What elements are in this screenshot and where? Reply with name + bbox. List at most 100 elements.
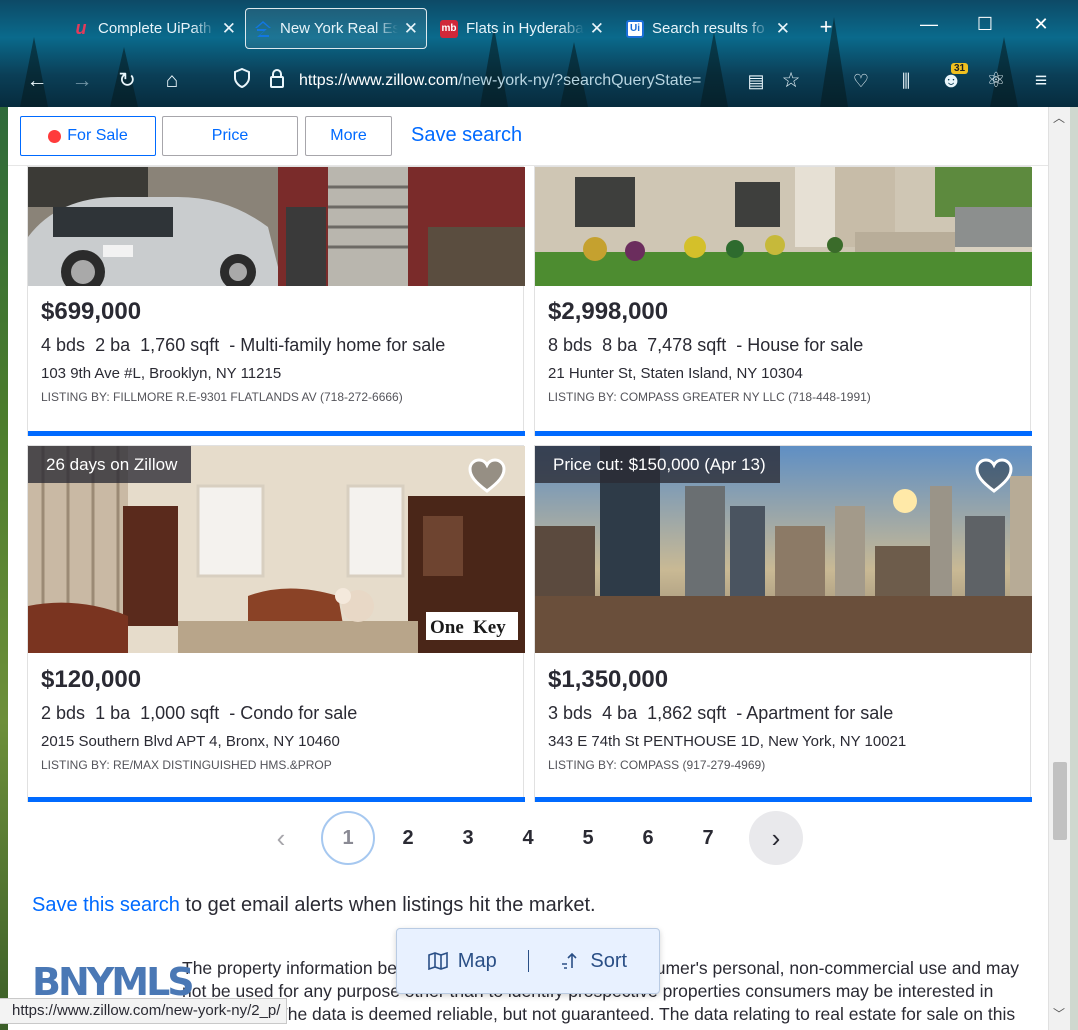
- listing-address[interactable]: 21 Hunter St, Staten Island, NY 10304: [548, 365, 803, 382]
- map-label: Map: [457, 949, 497, 972]
- page-scrollbar[interactable]: ︿ ﹀: [1048, 107, 1070, 1030]
- status-bar-url: https://www.zillow.com/new-york-ny/2_p/: [0, 998, 288, 1024]
- page-4-button[interactable]: 4: [501, 811, 555, 865]
- desktop-background: [0, 107, 8, 1030]
- price-filter-label: Price: [211, 127, 249, 144]
- save-search-button[interactable]: Save search: [411, 124, 522, 147]
- uipath-icon: Ui: [626, 19, 644, 38]
- listing-address[interactable]: 103 9th Ave #L, Brooklyn, NY 11215: [41, 365, 281, 382]
- listing-beds-unit: bds: [563, 335, 593, 355]
- listing-address[interactable]: 2015 Southern Blvd APT 4, Bronx, NY 1046…: [41, 733, 340, 750]
- lock-icon[interactable]: [262, 68, 292, 95]
- bookmark-star-icon[interactable]: ☆: [776, 68, 806, 94]
- listing-card[interactable]: $2,998,000 8 bds 8 ba 7,478 sqft - House…: [534, 166, 1032, 436]
- tab-search-results[interactable]: Ui Search results fo ✕: [618, 8, 798, 49]
- sort-button[interactable]: Sort: [529, 950, 660, 973]
- listing-broker: LISTING BY: COMPASS (917-279-4969): [548, 758, 766, 772]
- listing-price: $699,000: [41, 298, 142, 325]
- listing-facts: 3 bds 4 ba 1,862 sqft - Apartment for sa…: [548, 703, 893, 724]
- react-devtools-icon[interactable]: ⚛: [981, 68, 1011, 94]
- next-page-button[interactable]: ›: [749, 811, 803, 865]
- pagination: ‹ 1 2 3 4 5 6 7 ›: [8, 811, 1048, 871]
- page-2-button[interactable]: 2: [381, 811, 435, 865]
- listing-beds: 3: [548, 703, 559, 723]
- extension-badge: 31: [951, 63, 969, 74]
- tab-title: Complete UiPath: [98, 20, 212, 37]
- menu-icon[interactable]: ≡: [1026, 68, 1056, 94]
- close-tab-icon[interactable]: ✕: [404, 19, 418, 39]
- more-filter-label: More: [330, 127, 367, 144]
- listing-card[interactable]: One Key 26 days on Zillow $120,000 2 bds…: [27, 445, 525, 802]
- tab-title: Search results fo: [652, 20, 765, 37]
- scrollbar-thumb[interactable]: [1053, 762, 1067, 840]
- tab-title: Flats in Hyderaba: [466, 20, 584, 37]
- listing-facts: 2 bds 1 ba 1,000 sqft - Condo for sale: [41, 703, 357, 724]
- listing-broker: LISTING BY: RE/MAX DISTINGUISHED HMS.&PR…: [41, 758, 332, 772]
- scroll-down-arrow-icon[interactable]: ﹀: [1053, 1005, 1065, 1022]
- tab-uipath-academy[interactable]: u Complete UiPath ✕: [64, 8, 244, 49]
- listing-price: $2,998,000: [548, 298, 669, 325]
- forward-icon[interactable]: →: [67, 68, 97, 94]
- page-3-button[interactable]: 3: [441, 811, 495, 865]
- listing-broker: LISTING BY: FILLMORE R.E-9301 FLATLANDS …: [41, 390, 403, 404]
- home-icon[interactable]: ⌂: [157, 68, 187, 94]
- card-accent-bar: [535, 431, 1032, 436]
- listing-type: - Apartment for sale: [736, 703, 894, 723]
- close-window-button[interactable]: ✕: [1026, 14, 1056, 35]
- listing-baths: 2: [95, 335, 106, 355]
- listing-address[interactable]: 343 E 74th St PENTHOUSE 1D, New York, NY…: [548, 733, 906, 750]
- listing-sqft: 1,862: [647, 703, 693, 723]
- scroll-up-arrow-icon[interactable]: ︿: [1053, 109, 1065, 126]
- filter-bar: For Sale Price More Save search: [8, 107, 1048, 166]
- url-host: https://www.zillow.com: [299, 72, 459, 89]
- library-icon[interactable]: ⫼: [891, 68, 921, 94]
- for-sale-filter-button[interactable]: For Sale: [20, 116, 156, 156]
- maximize-button[interactable]: ☐: [970, 14, 1000, 35]
- save-heart-icon[interactable]: [974, 458, 1014, 494]
- reader-view-icon[interactable]: ▤: [741, 68, 771, 94]
- close-tab-icon[interactable]: ✕: [590, 19, 604, 39]
- page-6-button[interactable]: 6: [621, 811, 675, 865]
- page-7-button[interactable]: 7: [681, 811, 735, 865]
- shield-icon[interactable]: [227, 67, 257, 95]
- close-tab-icon[interactable]: ✕: [222, 19, 236, 39]
- back-icon[interactable]: ←: [22, 68, 52, 94]
- map-button[interactable]: Map: [397, 950, 528, 973]
- svg-text:Key: Key: [473, 617, 506, 638]
- tab-title: New York Real Est: [280, 20, 398, 37]
- listing-photo[interactable]: [28, 167, 525, 286]
- listing-card[interactable]: Price cut: $150,000 (Apr 13) $1,350,000 …: [534, 445, 1032, 802]
- listing-baths-unit: ba: [617, 703, 638, 723]
- reload-icon[interactable]: ↻: [112, 68, 142, 94]
- more-filter-button[interactable]: More: [305, 116, 392, 156]
- listing-photo[interactable]: [535, 167, 1032, 286]
- email-alerts-text: Save this search to get email alerts whe…: [32, 894, 596, 917]
- listing-type: - Multi-family home for sale: [229, 335, 446, 355]
- save-this-search-link[interactable]: Save this search: [32, 894, 180, 916]
- tab-zillow[interactable]: New York Real Est ✕: [245, 8, 427, 49]
- listing-card[interactable]: $699,000 4 bds 2 ba 1,760 sqft - Multi-f…: [27, 166, 525, 436]
- url-path: /new-york-ny/?searchQueryState=: [458, 72, 702, 89]
- price-filter-button[interactable]: Price: [162, 116, 298, 156]
- days-on-zillow-badge: 26 days on Zillow: [28, 446, 192, 483]
- page-5-button[interactable]: 5: [561, 811, 615, 865]
- pocket-icon[interactable]: ♡: [846, 68, 876, 94]
- listing-beds-unit: bds: [56, 335, 86, 355]
- browser-chrome: u Complete UiPath ✕ New York Real Est ✕ …: [0, 0, 1078, 107]
- listing-broker: LISTING BY: COMPASS GREATER NY LLC (718-…: [548, 390, 871, 404]
- magicbricks-icon: mb: [440, 19, 458, 38]
- new-tab-button[interactable]: +: [811, 14, 841, 40]
- minimize-button[interactable]: —: [914, 14, 944, 35]
- listing-facts: 8 bds 8 ba 7,478 sqft - House for sale: [548, 335, 863, 356]
- address-bar[interactable]: https://www.zillow.com/new-york-ny/?sear…: [299, 72, 729, 90]
- save-heart-icon[interactable]: [467, 458, 507, 494]
- listing-sqft: 7,478: [647, 335, 693, 355]
- for-sale-label: For Sale: [67, 127, 128, 144]
- tab-magicbricks[interactable]: mb Flats in Hyderaba ✕: [432, 8, 612, 49]
- listing-beds: 2: [41, 703, 52, 723]
- close-tab-icon[interactable]: ✕: [776, 19, 790, 39]
- sort-label: Sort: [590, 949, 628, 972]
- card-accent-bar: [28, 797, 525, 802]
- page-1-button[interactable]: 1: [321, 811, 375, 865]
- previous-page-button[interactable]: ‹: [254, 811, 308, 865]
